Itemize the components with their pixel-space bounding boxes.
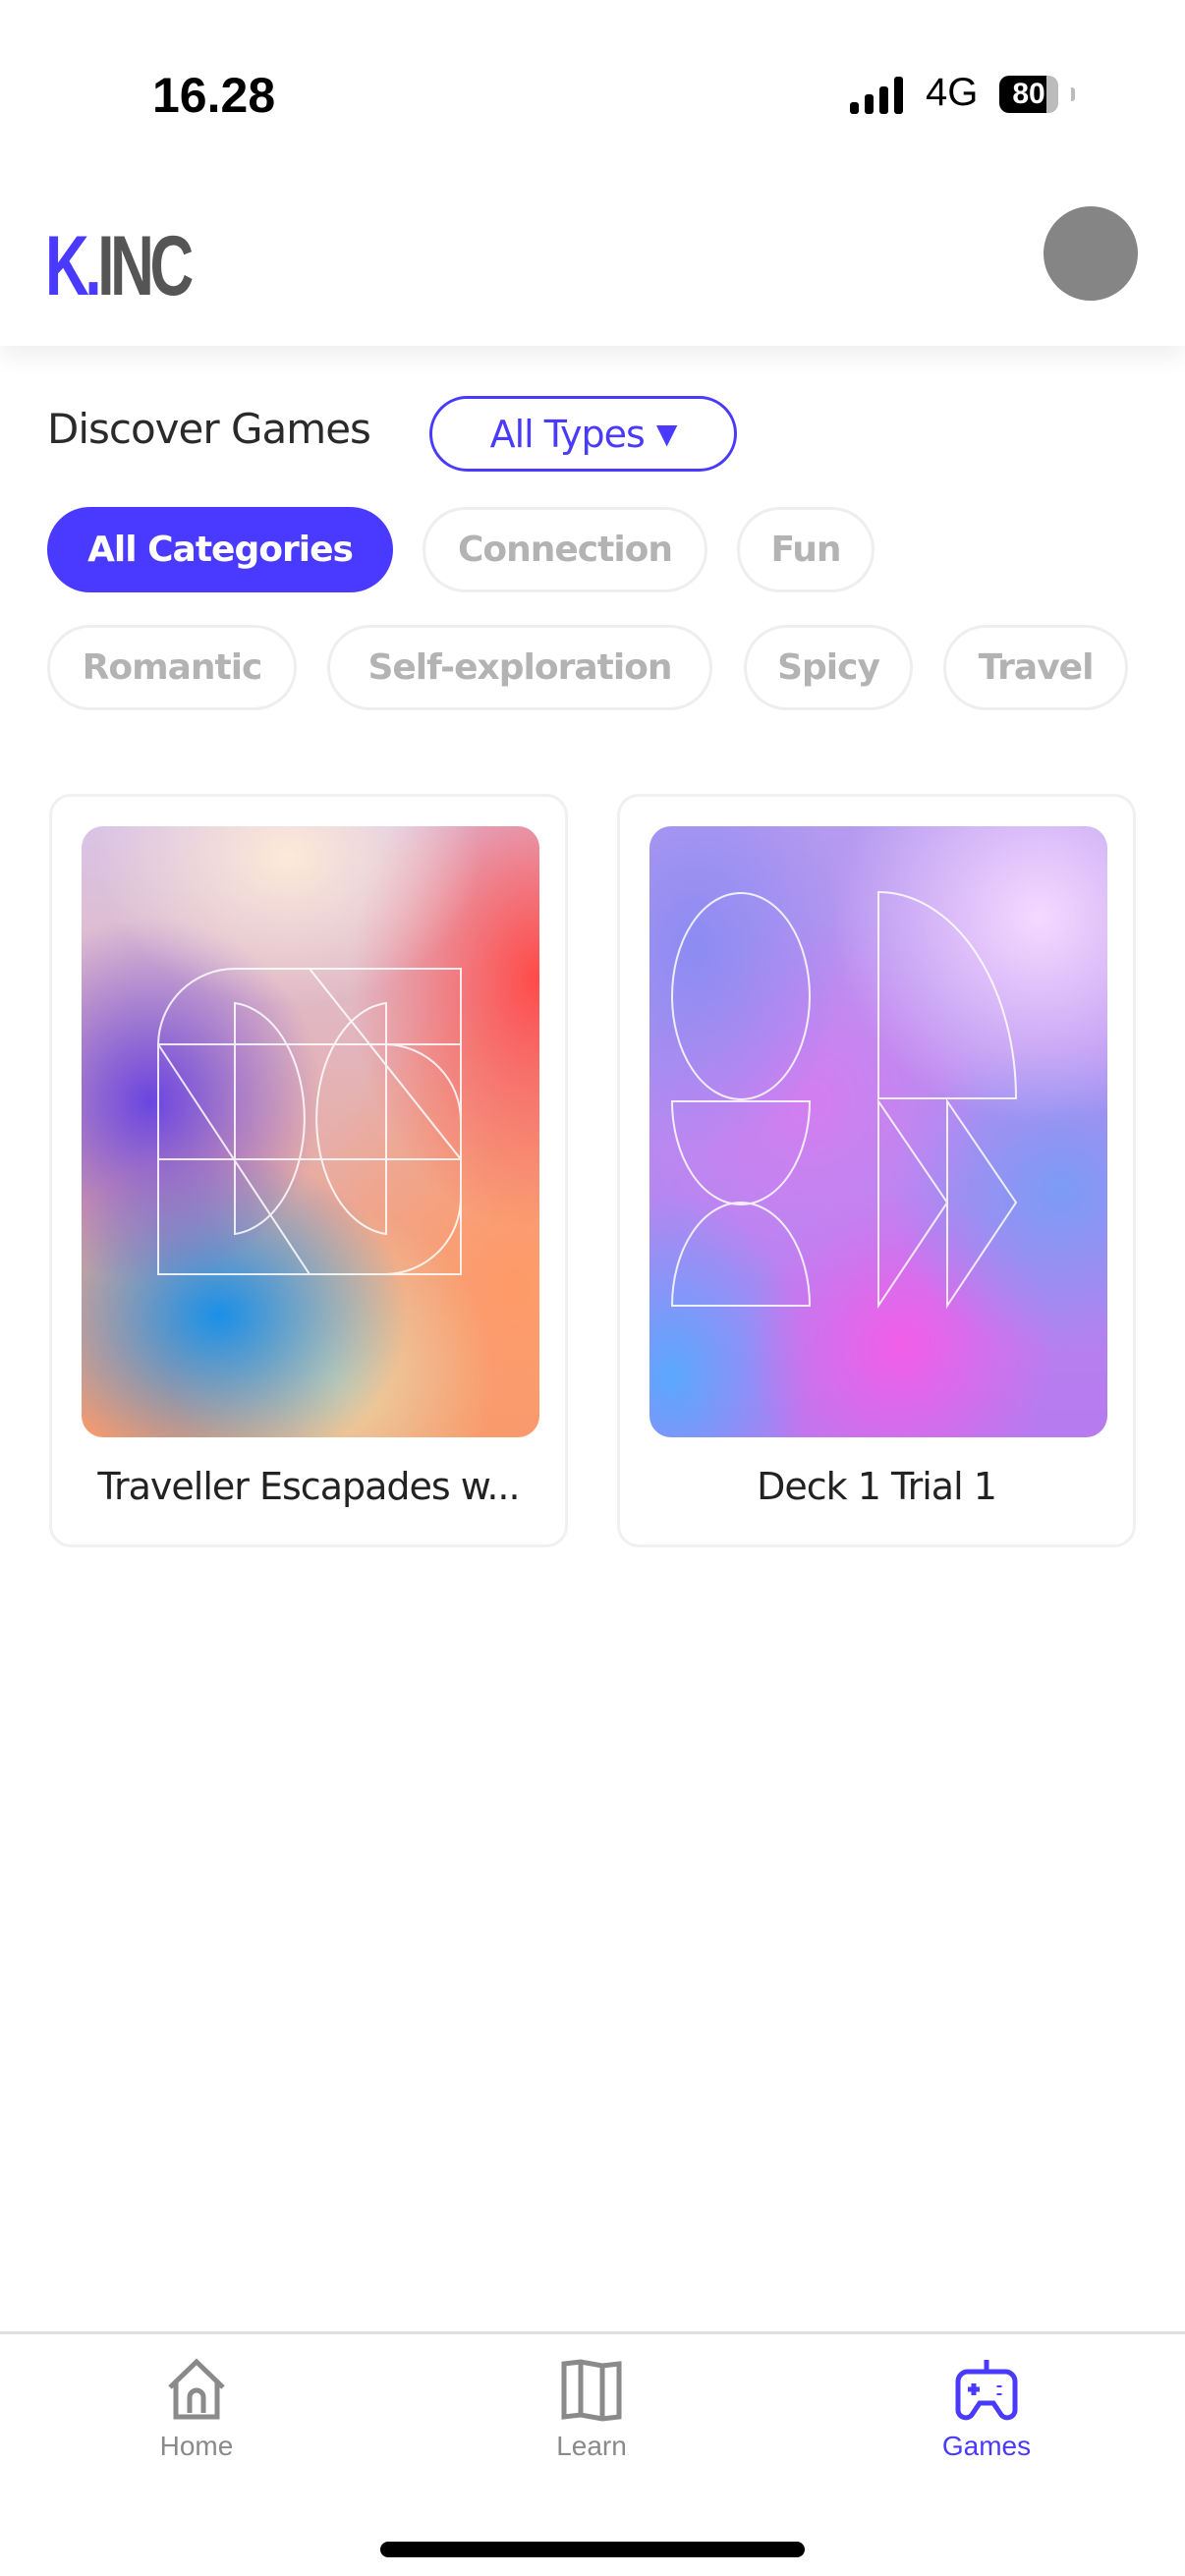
tab-label: Games bbox=[941, 2431, 1032, 2461]
tab-label: Learn bbox=[556, 2431, 627, 2461]
page-title: Discover Games bbox=[47, 405, 371, 453]
type-filter-dropdown[interactable]: All Types ▼ bbox=[429, 396, 737, 472]
tab-bar-divider bbox=[0, 2331, 1185, 2334]
map-icon bbox=[561, 2359, 622, 2422]
tab-home[interactable]: Home bbox=[98, 2358, 295, 2462]
chip-romantic[interactable]: Romantic bbox=[47, 625, 297, 710]
chip-fun[interactable]: Fun bbox=[737, 507, 875, 592]
game-title: Traveller Escapades w... bbox=[97, 1465, 520, 1508]
tab-label: Home bbox=[159, 2431, 234, 2461]
game-cover-image bbox=[649, 826, 1107, 1437]
game-title: Deck 1 Trial 1 bbox=[757, 1465, 997, 1508]
signal-icon bbox=[850, 77, 903, 114]
battery-icon: 80 bbox=[999, 76, 1058, 113]
battery-cap bbox=[1071, 87, 1075, 101]
geometric-line-art bbox=[157, 968, 462, 1275]
avatar[interactable] bbox=[1044, 206, 1138, 301]
logo-suffix: INC bbox=[97, 219, 194, 313]
game-cover-image bbox=[82, 826, 539, 1437]
geometric-line-art bbox=[670, 890, 1018, 1310]
logo[interactable]: K.INC bbox=[45, 218, 194, 315]
chip-self-exploration[interactable]: Self-exploration bbox=[327, 625, 712, 710]
game-card[interactable]: Traveller Escapades w... bbox=[49, 794, 568, 1547]
logo-prefix: K. bbox=[45, 219, 102, 313]
type-filter-label: All Types bbox=[489, 412, 646, 456]
chip-all-categories[interactable]: All Categories bbox=[47, 507, 393, 592]
status-time: 16.28 bbox=[152, 68, 276, 123]
chevron-down-icon: ▼ bbox=[655, 418, 678, 450]
chip-travel[interactable]: Travel bbox=[943, 625, 1128, 710]
tab-learn[interactable]: Learn bbox=[493, 2358, 690, 2462]
gamepad-icon bbox=[955, 2360, 1018, 2421]
home-icon bbox=[168, 2358, 225, 2420]
game-card[interactable]: Deck 1 Trial 1 bbox=[617, 794, 1136, 1547]
chip-spicy[interactable]: Spicy bbox=[744, 625, 913, 710]
tab-games[interactable]: Games bbox=[888, 2358, 1085, 2462]
network-label: 4G bbox=[926, 71, 979, 114]
home-indicator[interactable] bbox=[380, 2542, 805, 2557]
chip-connection[interactable]: Connection bbox=[423, 507, 707, 592]
